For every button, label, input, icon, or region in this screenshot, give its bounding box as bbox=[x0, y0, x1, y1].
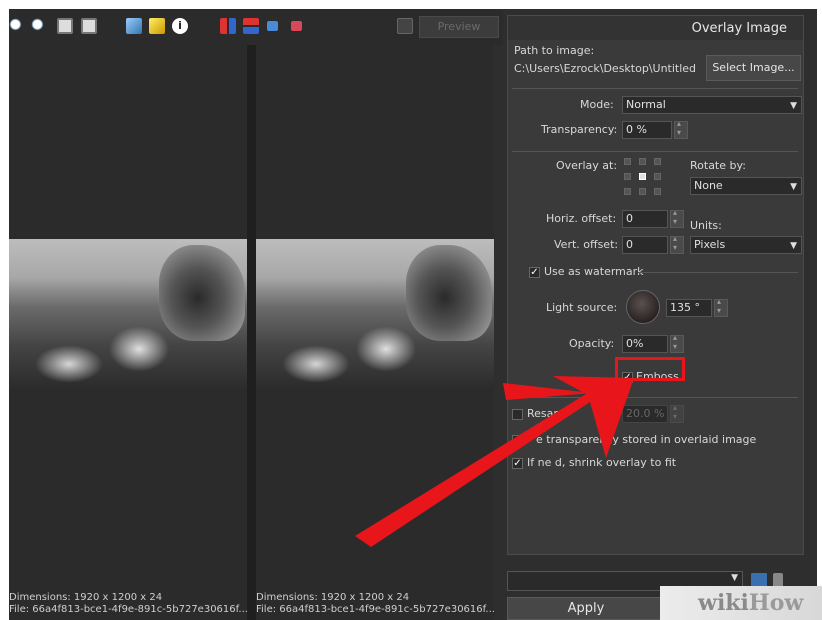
preview-filename: File: 66a4f813-bce1-4f9e-891c-5b727e3061… bbox=[256, 604, 494, 615]
shrink-checkbox[interactable]: ✓ bbox=[512, 458, 523, 469]
units-value: Pixels bbox=[694, 238, 726, 251]
preview-button[interactable]: Preview bbox=[419, 16, 499, 38]
preview-view-pane: Dimensions: 1920 x 1200 x 24 File: 66a4f… bbox=[256, 45, 494, 620]
horiz-offset-field[interactable]: 0 bbox=[622, 210, 668, 228]
dog-figure bbox=[159, 245, 245, 341]
original-view-pane: Dimensions: 1920 x 1200 x 24 File: 66a4f… bbox=[9, 45, 247, 620]
watermark-wiki: wiki bbox=[698, 590, 749, 616]
light-source-label: Light source: bbox=[546, 301, 618, 314]
opacity-stepper[interactable] bbox=[670, 333, 684, 353]
horiz-offset-stepper[interactable] bbox=[670, 208, 684, 228]
light-source-stepper[interactable] bbox=[714, 297, 728, 317]
overlay-image-panel: Overlay Image Path to image: C:\Users\Ez… bbox=[507, 15, 804, 555]
transparency-label: Transparency: bbox=[541, 123, 618, 136]
vert-offset-field[interactable]: 0 bbox=[622, 236, 668, 254]
original-filename: File: 66a4f813-bce1-4f9e-891c-5b727e3061… bbox=[9, 604, 247, 615]
opacity-label: Opacity: bbox=[569, 337, 615, 350]
use-watermark-label: Use as watermark bbox=[544, 265, 644, 278]
grid-cell[interactable] bbox=[624, 173, 631, 180]
rotate-by-label: Rotate by: bbox=[690, 159, 746, 172]
app-window: i Preview Dimensions: 1920 x 1200 x 24 F… bbox=[9, 9, 817, 620]
zoom-out-icon[interactable] bbox=[31, 18, 47, 34]
use-watermark-checkbox[interactable]: ✓ bbox=[529, 267, 540, 278]
chevron-down-icon: ▼ bbox=[790, 241, 797, 251]
path-label: Path to image: bbox=[514, 44, 595, 57]
rotate-select[interactable]: None ▼ bbox=[690, 177, 802, 195]
transparency-stepper[interactable] bbox=[674, 119, 688, 139]
chevron-down-icon: ▼ bbox=[731, 573, 738, 583]
path-value: C:\Users\Ezrock\Desktop\Untitled bbox=[514, 62, 697, 75]
light-source-field[interactable]: 135 ° bbox=[666, 299, 712, 317]
overlay-at-label: Overlay at: bbox=[556, 159, 618, 172]
split-horizontal-icon[interactable] bbox=[243, 18, 259, 34]
rotate-value: None bbox=[694, 179, 723, 192]
zoom-in-icon[interactable] bbox=[9, 18, 25, 34]
original-image bbox=[9, 239, 247, 391]
fit-icon[interactable] bbox=[57, 18, 73, 34]
red-square-icon[interactable] bbox=[291, 21, 302, 31]
lock-icon[interactable] bbox=[397, 18, 413, 34]
image-icon[interactable] bbox=[126, 18, 142, 34]
units-label: Units: bbox=[690, 219, 722, 232]
apply-button[interactable]: Apply bbox=[507, 597, 665, 620]
mode-label: Mode: bbox=[580, 98, 614, 111]
grid-cell[interactable] bbox=[654, 188, 661, 195]
resample-field[interactable]: 20.0 % bbox=[622, 405, 668, 423]
resample-label: Resam bbox=[527, 407, 565, 420]
preview-dimensions: Dimensions: 1920 x 1200 x 24 bbox=[256, 592, 410, 603]
chevron-down-icon: ▼ bbox=[790, 101, 797, 111]
horiz-offset-label: Horiz. offset: bbox=[546, 212, 617, 225]
separator bbox=[512, 88, 798, 89]
resample-checkbox[interactable] bbox=[512, 409, 523, 420]
light-source-dial[interactable] bbox=[626, 290, 660, 324]
panel-title: Overlay Image bbox=[508, 16, 803, 40]
grid-cell[interactable] bbox=[654, 173, 661, 180]
separator bbox=[512, 151, 798, 152]
mode-select[interactable]: Normal ▼ bbox=[622, 96, 802, 114]
preview-image bbox=[256, 239, 494, 391]
grid-cell[interactable] bbox=[639, 188, 646, 195]
opacity-field[interactable]: 0% bbox=[622, 335, 668, 353]
original-dimensions: Dimensions: 1920 x 1200 x 24 bbox=[9, 592, 163, 603]
star-icon[interactable] bbox=[149, 18, 165, 34]
chevron-down-icon: ▼ bbox=[790, 182, 797, 192]
units-select[interactable]: Pixels ▼ bbox=[690, 236, 802, 254]
pane-divider[interactable] bbox=[247, 45, 256, 620]
grid-cell[interactable] bbox=[624, 158, 631, 165]
grid-cell[interactable] bbox=[624, 188, 631, 195]
use-transparency-label: e transparency stored in overlaid image bbox=[536, 433, 757, 446]
grid-cell[interactable] bbox=[654, 158, 661, 165]
select-image-button[interactable]: Select Image... bbox=[706, 55, 801, 81]
grid-cell[interactable] bbox=[639, 158, 646, 165]
mode-value: Normal bbox=[626, 98, 666, 111]
transparency-field[interactable]: 0 % bbox=[622, 121, 672, 139]
separator bbox=[638, 272, 798, 273]
grid-cell-selected[interactable] bbox=[639, 173, 646, 180]
vert-offset-stepper[interactable] bbox=[670, 234, 684, 254]
shrink-label: If ne d, shrink overlay to fit bbox=[527, 456, 677, 469]
wikihow-watermark: wikiHow bbox=[660, 586, 822, 620]
emboss-highlight bbox=[615, 357, 685, 381]
vert-offset-label: Vert. offset: bbox=[554, 238, 619, 251]
toolbar: i Preview bbox=[9, 9, 503, 45]
resample-stepper[interactable] bbox=[670, 403, 684, 423]
split-vertical-icon[interactable] bbox=[220, 18, 236, 34]
use-transparency-checkbox[interactable] bbox=[512, 435, 523, 446]
watermark-how: How bbox=[748, 590, 804, 616]
actual-size-icon[interactable] bbox=[81, 18, 97, 34]
separator bbox=[512, 397, 798, 398]
blue-square-icon[interactable] bbox=[267, 21, 278, 31]
info-icon[interactable]: i bbox=[172, 18, 188, 34]
dog-figure bbox=[406, 245, 492, 341]
